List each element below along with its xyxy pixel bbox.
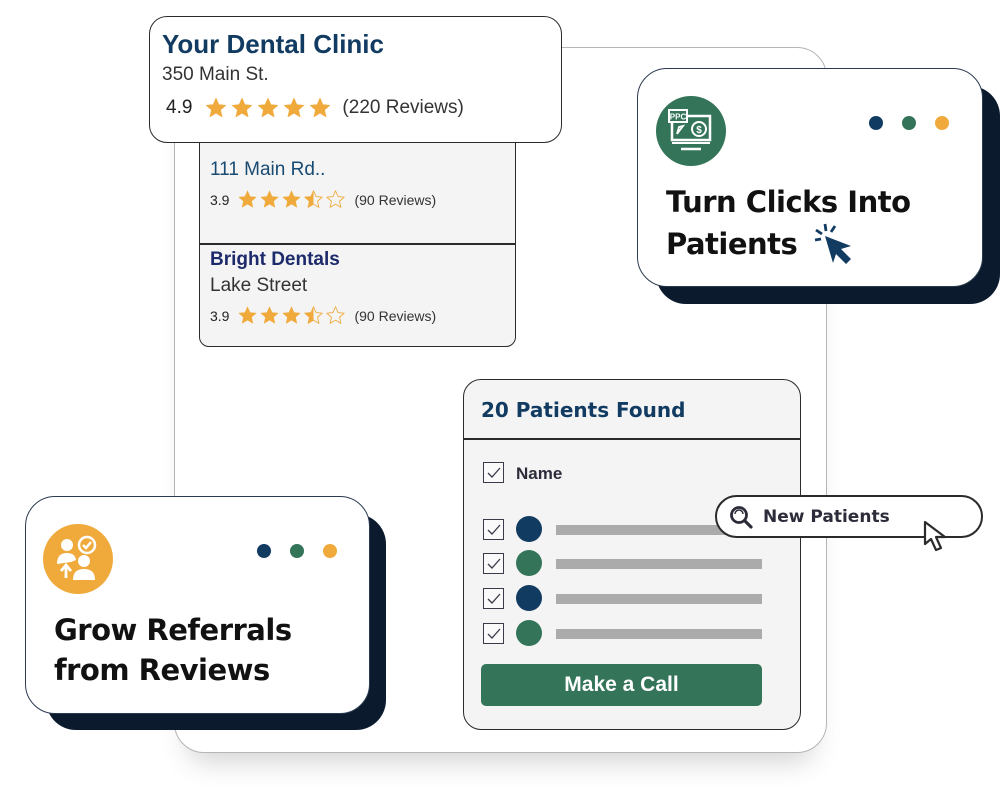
dot-gold [935, 116, 949, 130]
rating-row: 4.9 (220 Reviews) [166, 96, 561, 120]
star-full-icon [282, 96, 306, 120]
star-full-icon [204, 96, 228, 120]
avatar [516, 620, 542, 646]
dot-navy [257, 544, 271, 558]
dot-green [902, 116, 916, 130]
feature-title: Turn Clicks Into Patients [666, 182, 911, 266]
star-rating [204, 96, 332, 120]
star-full-icon [259, 305, 280, 326]
rating-row: 3.9 (90 Reviews) [210, 305, 515, 326]
divider [200, 243, 515, 245]
star-full-icon [281, 305, 302, 326]
patients-title: 20 Patients Found [481, 398, 686, 422]
star-rating [237, 305, 346, 326]
clinic-title: Your Dental Clinic [162, 29, 384, 59]
dot-navy [869, 116, 883, 130]
row-checkbox[interactable] [483, 623, 504, 644]
row-checkbox[interactable] [483, 519, 504, 540]
row-checkbox[interactable] [483, 553, 504, 574]
feature-card-clicks: PPC $ Turn Clicks Into Patients [637, 68, 983, 287]
avatar [516, 585, 542, 611]
star-empty-icon [325, 189, 346, 210]
window-dots [257, 544, 337, 558]
star-full-icon [237, 189, 258, 210]
review-count: (220 Reviews) [342, 97, 464, 118]
avatar [516, 550, 542, 576]
dot-green [290, 544, 304, 558]
name-placeholder-bar [556, 629, 762, 639]
star-full-icon [281, 189, 302, 210]
ppc-monitor-icon: PPC $ [656, 96, 726, 166]
window-dots [869, 116, 949, 130]
star-rating [237, 189, 346, 210]
patient-row[interactable] [464, 550, 800, 578]
listing-item[interactable]: 111 Main Rd.. 3.9 (90 Reviews) [210, 159, 515, 210]
referral-people-icon [43, 524, 113, 594]
review-count: (90 Reviews) [354, 307, 437, 324]
listing-item[interactable]: Bright Dentals Lake Street 3.9 (90 Revie… [210, 249, 515, 326]
row-checkbox[interactable] [483, 588, 504, 609]
listing-address: Lake Street [210, 275, 308, 296]
rating-value: 3.9 [210, 191, 230, 208]
clinic-address: 350 Main St. [162, 64, 269, 85]
patient-row[interactable] [464, 585, 800, 613]
avatar [516, 516, 542, 542]
name-placeholder-bar [556, 559, 762, 569]
star-half-icon [303, 189, 324, 210]
search-label: New Patients [763, 506, 890, 527]
star-half-icon [303, 305, 324, 326]
name-placeholder-bar [556, 594, 762, 604]
star-full-icon [237, 305, 258, 326]
select-all-checkbox[interactable] [483, 462, 504, 483]
feature-title: Grow Referrals from Reviews [54, 613, 292, 687]
name-column-header: Name [516, 464, 563, 483]
rating-value: 3.9 [210, 307, 230, 324]
listing-results-card: 111 Main Rd.. 3.9 (90 Reviews) Bright De… [199, 120, 516, 347]
feature-card-referrals: Grow Referrals from Reviews [25, 496, 370, 714]
star-full-icon [256, 96, 280, 120]
patients-found-card: 20 Patients Found Name Make a Call [463, 379, 801, 730]
listing-address: 111 Main Rd.. [210, 159, 326, 180]
svg-text:PPC: PPC [670, 113, 687, 122]
click-cursor-icon [813, 222, 857, 266]
make-call-button[interactable]: Make a Call [481, 664, 762, 706]
dot-gold [323, 544, 337, 558]
star-full-icon [259, 189, 280, 210]
rating-value: 4.9 [166, 97, 193, 118]
review-count: (90 Reviews) [354, 191, 437, 208]
star-full-icon [230, 96, 254, 120]
mouse-pointer-icon [922, 520, 952, 559]
divider [464, 438, 800, 440]
listing-name: Bright Dentals [210, 249, 340, 270]
star-empty-icon [325, 305, 346, 326]
main-listing-card[interactable]: Your Dental Clinic 350 Main St. 4.9 (220… [149, 16, 562, 143]
patient-row[interactable] [464, 620, 800, 648]
svg-text:$: $ [696, 125, 702, 136]
star-full-icon [308, 96, 332, 120]
rating-row: 3.9 (90 Reviews) [210, 189, 515, 210]
search-icon [729, 505, 753, 529]
